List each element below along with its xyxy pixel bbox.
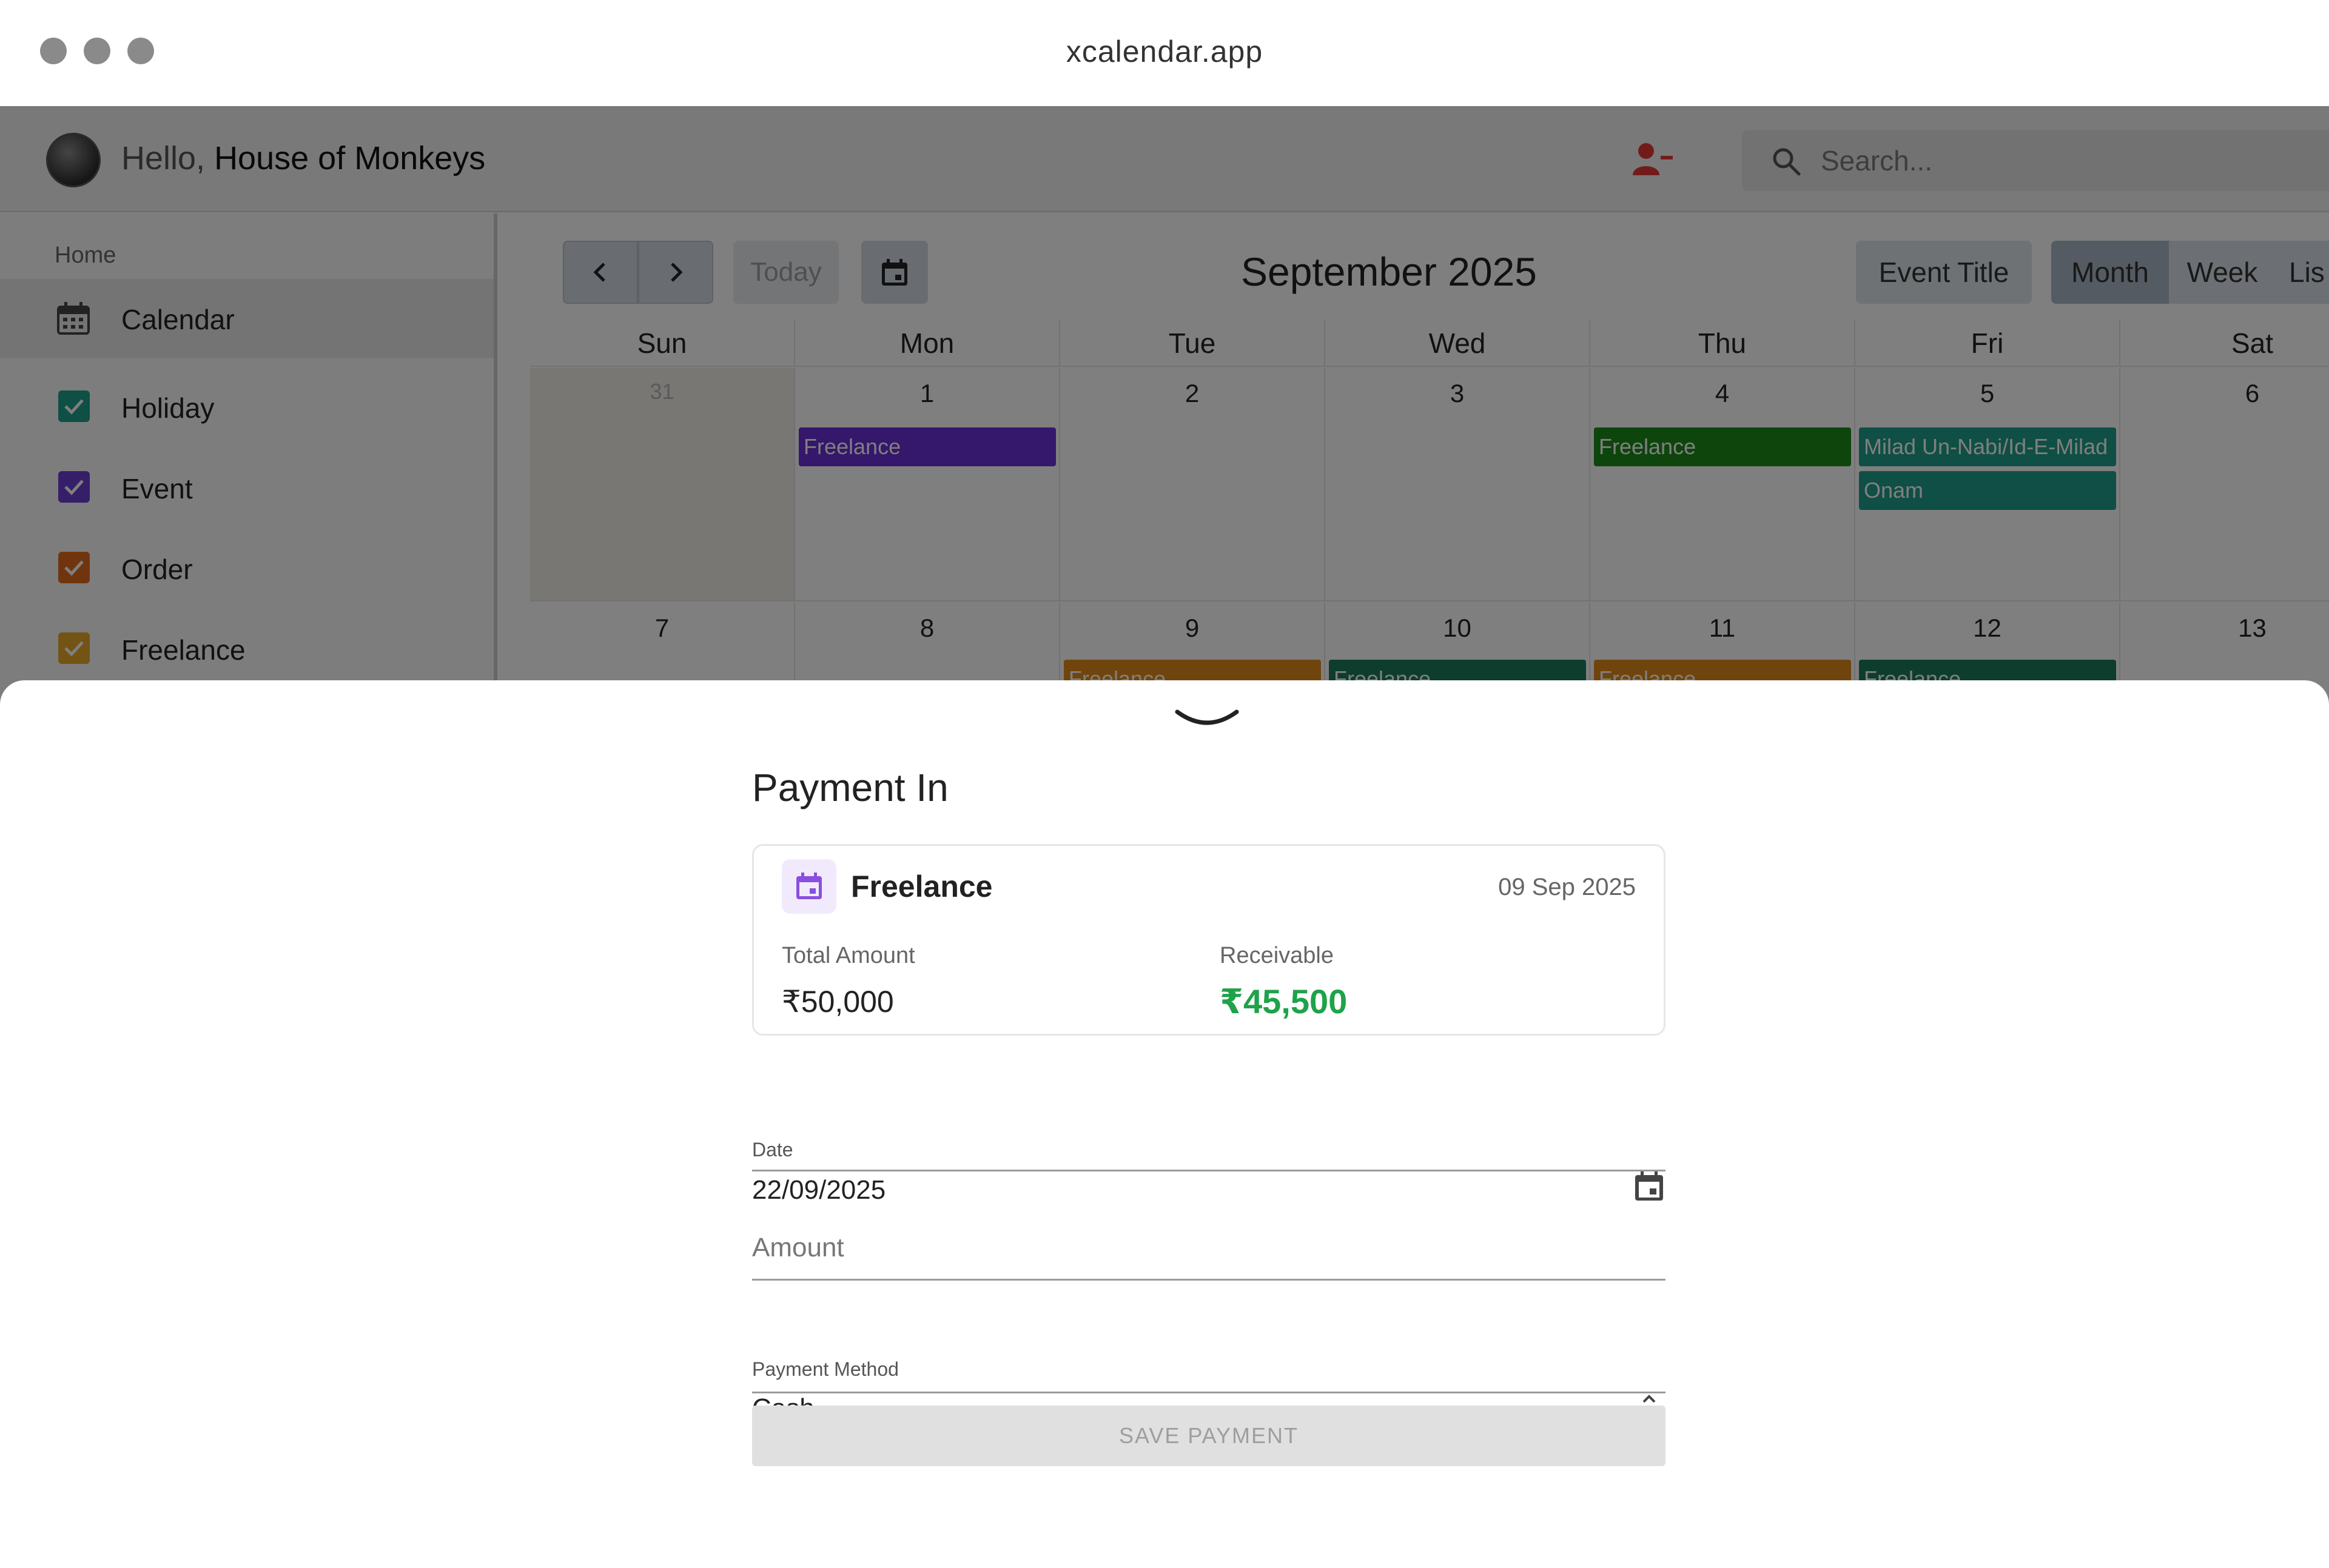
event-icon-badge — [782, 859, 836, 914]
receivable-value: ₹45,500 — [1220, 982, 1348, 1020]
receivable-label: Receivable — [1220, 943, 1334, 968]
window-titlebar: xcalendar.app — [0, 0, 2329, 106]
calendar-icon[interactable] — [1633, 1170, 1665, 1203]
event-name: Freelance — [851, 869, 993, 903]
calendar-icon — [796, 873, 822, 899]
date-field[interactable]: Date 22/09/2025 — [752, 1062, 1665, 1205]
payment-in-sheet: Payment In Freelance 09 Sep 2025 Total A… — [0, 680, 2329, 1568]
sheet-title: Payment In — [752, 766, 949, 809]
payment-method-select[interactable]: Payment Method Cash — [752, 1287, 1665, 1423]
window-title: xcalendar.app — [1066, 35, 1263, 69]
amount-field[interactable] — [752, 1208, 1665, 1281]
payment-method-label: Payment Method — [752, 1358, 899, 1380]
total-amount-value: ₹50,000 — [782, 985, 894, 1019]
chevron-down-icon[interactable] — [1174, 707, 1240, 731]
amount-input[interactable] — [752, 1230, 1541, 1266]
event-summary-card: Freelance 09 Sep 2025 Total Amount ₹50,0… — [752, 844, 1665, 1036]
date-label: Date — [752, 1139, 793, 1161]
event-date: 09 Sep 2025 — [1498, 874, 1636, 900]
total-amount-label: Total Amount — [782, 943, 915, 968]
save-payment-button[interactable]: SAVE PAYMENT — [752, 1406, 1665, 1466]
date-value: 22/09/2025 — [752, 1175, 886, 1205]
